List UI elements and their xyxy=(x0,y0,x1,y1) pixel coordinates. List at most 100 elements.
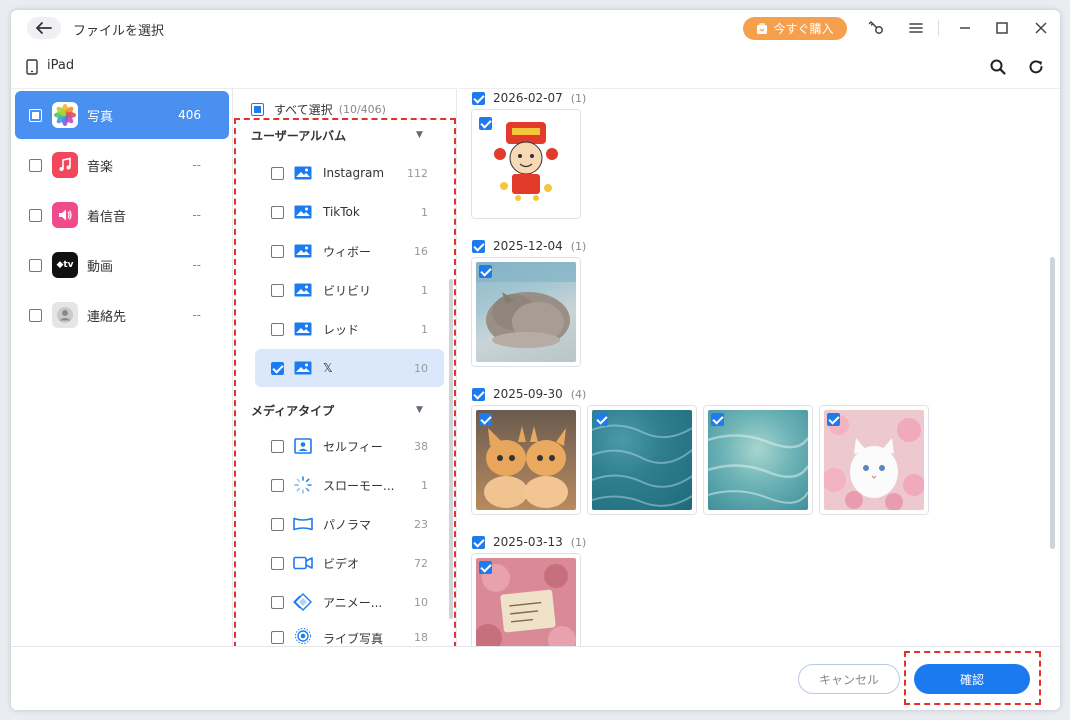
album-checkbox[interactable] xyxy=(271,166,284,180)
photo-grid-scrollbar[interactable] xyxy=(1050,257,1055,549)
category-contacts[interactable]: 連絡先 -- xyxy=(15,291,229,339)
select-all-label: すべて選択 xyxy=(274,103,333,117)
refresh-icon[interactable] xyxy=(1027,58,1045,80)
chevron-down-icon[interactable]: ▼ xyxy=(416,405,423,415)
date-group-checkbox[interactable] xyxy=(472,535,485,549)
category-photos[interactable]: 写真 406 xyxy=(15,91,229,139)
file-select-window: ファイルを選択 今すぐ購入 iPad 写真 406 音楽 -- 着信音 -- ◆… xyxy=(11,10,1060,710)
photo-checkbox[interactable] xyxy=(479,561,492,574)
album-icon xyxy=(293,360,313,376)
date-label: 2025-12-04 xyxy=(493,239,563,253)
album-row-bilibili[interactable]: ビリビリ 1 xyxy=(255,271,444,309)
search-icon[interactable] xyxy=(989,58,1007,80)
select-all-row[interactable]: すべて選択 (10/406) xyxy=(251,101,386,118)
menu-icon[interactable] xyxy=(906,18,926,38)
photo-checkbox[interactable] xyxy=(595,413,608,426)
album-checkbox[interactable] xyxy=(271,361,284,375)
album-row-x[interactable]: 𝕏 10 xyxy=(255,349,444,387)
photo-checkbox[interactable] xyxy=(479,117,492,130)
buy-now-button[interactable]: 今すぐ購入 xyxy=(743,17,847,40)
photo-thumbnail[interactable] xyxy=(819,405,929,515)
date-group-checkbox[interactable] xyxy=(472,239,485,253)
date-label: 2025-09-30 xyxy=(493,387,563,401)
album-label: Instagram xyxy=(323,166,385,180)
contacts-app-icon xyxy=(52,302,78,328)
category-videos-checkbox[interactable] xyxy=(29,258,42,272)
date-group-header[interactable]: 2025-09-30 (4) xyxy=(472,387,586,401)
photo-thumbnail[interactable] xyxy=(587,405,697,515)
photos-app-icon xyxy=(52,102,78,128)
media-checkbox[interactable] xyxy=(271,478,284,492)
photo-thumbnail[interactable] xyxy=(703,405,813,515)
date-group-header[interactable]: 2025-03-13 (1) xyxy=(472,535,586,549)
media-checkbox[interactable] xyxy=(271,595,284,609)
category-music[interactable]: 音楽 -- xyxy=(15,141,229,189)
album-checkbox[interactable] xyxy=(271,205,284,219)
photo-checkbox[interactable] xyxy=(479,413,492,426)
key-icon[interactable] xyxy=(866,18,886,38)
media-checkbox[interactable] xyxy=(271,439,284,453)
device-bar: iPad xyxy=(11,50,1060,88)
category-photos-checkbox[interactable] xyxy=(29,108,42,122)
album-checkbox[interactable] xyxy=(271,322,284,336)
photo-checkbox[interactable] xyxy=(711,413,724,426)
photo-checkbox[interactable] xyxy=(827,413,840,426)
animation-icon xyxy=(293,593,313,611)
apple-tv-app-icon: ◆tv xyxy=(52,252,78,278)
album-checkbox[interactable] xyxy=(271,244,284,258)
chevron-down-icon[interactable]: ▼ xyxy=(416,130,423,140)
media-row-panorama[interactable]: パノラマ 23 xyxy=(255,505,444,543)
album-count: 1 xyxy=(421,322,428,336)
date-count: (4) xyxy=(570,387,587,401)
media-checkbox[interactable] xyxy=(271,556,284,570)
media-row-slowmo[interactable]: スローモー... 1 xyxy=(255,466,444,504)
minimize-icon[interactable] xyxy=(955,18,975,38)
media-checkbox[interactable] xyxy=(271,631,284,644)
category-ringtones-checkbox[interactable] xyxy=(29,208,42,222)
photo-thumbnail[interactable] xyxy=(471,553,581,646)
media-row-video[interactable]: ビデオ 72 xyxy=(255,544,444,582)
media-count: 10 xyxy=(414,595,428,609)
album-row-instagram[interactable]: Instagram 112 xyxy=(255,154,444,192)
media-count: 38 xyxy=(414,439,428,453)
date-group-header[interactable]: 2026-02-07 (1) xyxy=(472,91,586,105)
category-contacts-label: 連絡先 xyxy=(87,309,127,325)
photo-thumbnail[interactable] xyxy=(471,257,581,367)
slow-motion-icon xyxy=(293,476,313,494)
category-music-checkbox[interactable] xyxy=(29,158,42,172)
media-row-selfie[interactable]: セルフィー 38 xyxy=(255,427,444,465)
date-group-checkbox[interactable] xyxy=(472,387,485,401)
album-checkbox[interactable] xyxy=(271,283,284,297)
media-checkbox[interactable] xyxy=(271,517,284,531)
media-label: ライブ写真 xyxy=(323,632,384,646)
photo-thumbnail[interactable] xyxy=(471,405,581,515)
cancel-button[interactable]: キャンセル xyxy=(798,664,900,694)
album-scrollbar[interactable] xyxy=(449,279,453,619)
date-group-checkbox[interactable] xyxy=(472,91,485,105)
media-count: 18 xyxy=(414,631,428,644)
album-row-weibo[interactable]: ウィボー 16 xyxy=(255,232,444,270)
category-photos-count: 406 xyxy=(178,108,201,122)
buy-now-label: 今すぐ購入 xyxy=(773,22,834,36)
album-label: レッド xyxy=(323,322,360,337)
category-videos[interactable]: ◆tv 動画 -- xyxy=(15,241,229,289)
category-ringtones[interactable]: 着信音 -- xyxy=(15,191,229,239)
cart-icon xyxy=(757,22,768,34)
select-all-checkbox[interactable] xyxy=(251,103,264,116)
category-contacts-checkbox[interactable] xyxy=(29,308,42,322)
close-icon[interactable] xyxy=(1031,18,1051,38)
album-row-red[interactable]: レッド 1 xyxy=(255,310,444,348)
music-app-icon xyxy=(52,152,78,178)
date-group-header[interactable]: 2025-12-04 (1) xyxy=(472,239,586,253)
photo-checkbox[interactable] xyxy=(479,265,492,278)
back-button[interactable] xyxy=(27,17,61,39)
confirm-highlight-box xyxy=(904,651,1041,705)
album-icon xyxy=(293,282,313,298)
media-row-animation[interactable]: アニメー... 10 xyxy=(255,583,444,621)
photo-thumbnail[interactable] xyxy=(471,109,581,219)
album-row-tiktok[interactable]: TikTok 1 xyxy=(255,193,444,231)
titlebar-divider xyxy=(938,20,939,36)
media-label: ビデオ xyxy=(323,556,360,571)
maximize-icon[interactable] xyxy=(992,18,1012,38)
video-icon xyxy=(293,555,313,571)
